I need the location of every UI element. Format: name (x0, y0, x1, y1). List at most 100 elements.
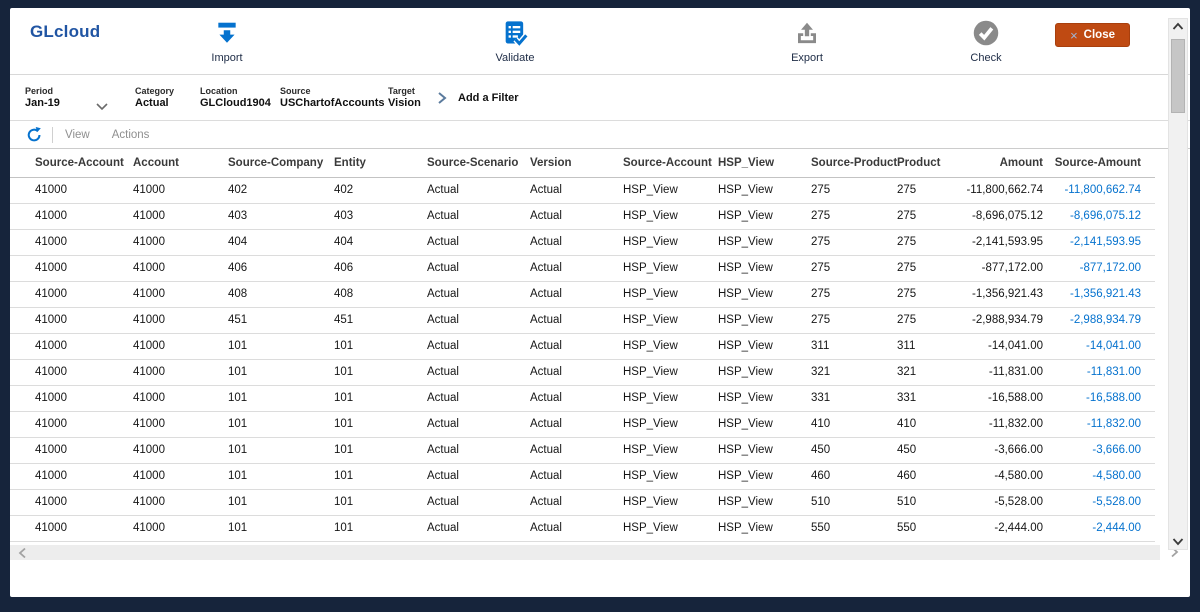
table-row[interactable]: 41000 41000 101 101 Actual Actual HSP_View HSP_… (10, 411, 1155, 438)
table-cell: -4,580.00 (953, 463, 1045, 490)
table-cell: 101 (228, 333, 334, 360)
table-row[interactable]: 41000 41000 101 101 Actual Actual HSP_View HSP_… (10, 463, 1155, 490)
period-selector[interactable]: Period Jan-19 (25, 86, 95, 110)
table-cell: Actual (427, 489, 530, 516)
period-dropdown[interactable] (95, 85, 135, 111)
table-cell: -14,041.00 (1045, 333, 1155, 360)
table-cell: 41000 (10, 489, 133, 516)
table-cell: 450 (811, 437, 897, 464)
table-cell: 41000 (133, 177, 228, 204)
table-row[interactable]: 41000 41000 451 451 Actual Actual HSP_View HSP_… (10, 307, 1155, 334)
view-menu[interactable]: View (65, 129, 90, 141)
table-cell: 451 (228, 307, 334, 334)
table-row[interactable]: 41000 41000 101 101 Actual Actual HSP_View HSP_… (10, 437, 1155, 464)
table-cell: 41000 (133, 307, 228, 334)
export-label: Export (791, 52, 823, 64)
table-cell: 101 (334, 333, 427, 360)
table-cell: 404 (228, 229, 334, 256)
table-row[interactable]: 41000 41000 403 403 Actual Actual HSP_View HSP_… (10, 203, 1155, 230)
table-cell: 41000 (10, 281, 133, 308)
table-cell: 410 (811, 411, 897, 438)
export-button[interactable]: Export (762, 18, 852, 64)
target-label: Target (388, 85, 415, 96)
table-cell: Actual (530, 203, 623, 230)
table-cell: -1,356,921.43 (1045, 281, 1155, 308)
table-row[interactable]: 41000 41000 101 101 Actual Actual HSP_View HSP_… (10, 515, 1155, 542)
chevron-right-icon (437, 91, 447, 104)
scroll-down-icon[interactable] (1172, 537, 1184, 546)
table-cell: HSP_View (623, 177, 718, 204)
column-header: Version (530, 149, 623, 178)
table-cell: 41000 (10, 411, 133, 438)
vertical-scrollbar[interactable] (1168, 18, 1188, 550)
location-display: Location GLCloud1904 (200, 86, 280, 110)
table-cell: 275 (811, 177, 897, 204)
horizontal-scrollbar[interactable] (10, 545, 1160, 560)
table-cell: HSP_View (718, 177, 811, 204)
table-cell: 101 (228, 489, 334, 516)
scroll-left-icon[interactable] (18, 547, 27, 559)
table-cell: 41000 (10, 437, 133, 464)
table-cell: HSP_View (718, 307, 811, 334)
table-cell: HSP_View (623, 359, 718, 386)
table-cell: 275 (897, 281, 953, 308)
table-cell: 101 (228, 437, 334, 464)
table-cell: HSP_View (718, 333, 811, 360)
source-display: Source USChartofAccounts (280, 86, 388, 110)
close-icon: × (1070, 27, 1078, 43)
table-cell: 403 (334, 203, 427, 230)
table-cell: -11,800,662.74 (953, 177, 1045, 204)
table-row[interactable]: 41000 41000 406 406 Actual Actual HSP_View HSP_… (10, 255, 1155, 282)
table-row[interactable]: 41000 41000 404 404 Actual Actual HSP_View HSP_… (10, 229, 1155, 256)
table-cell: 41000 (10, 463, 133, 490)
table-header-row: Source-Account Account Source-Company Entit… (10, 149, 1155, 178)
table-cell: 275 (811, 307, 897, 334)
close-button[interactable]: × Close (1055, 23, 1130, 47)
import-button[interactable]: Import (182, 18, 272, 64)
table-cell: -5,528.00 (1045, 489, 1155, 516)
period-value: Jan-19 (25, 96, 60, 109)
table-cell: Actual (427, 203, 530, 230)
pov-expand[interactable] (425, 91, 458, 105)
table-cell: 510 (811, 489, 897, 516)
table-cell: -11,831.00 (953, 359, 1045, 386)
table-row[interactable]: 41000 41000 101 101 Actual Actual HSP_View HSP_… (10, 333, 1155, 360)
actions-menu[interactable]: Actions (112, 129, 150, 141)
table-cell: 41000 (133, 281, 228, 308)
table-cell: 460 (811, 463, 897, 490)
table-cell: HSP_View (718, 489, 811, 516)
validate-button[interactable]: Validate (470, 18, 560, 64)
check-button[interactable]: Check (941, 18, 1031, 64)
table-cell: 101 (334, 411, 427, 438)
table-row[interactable]: 41000 41000 101 101 Actual Actual HSP_View HSP_… (10, 489, 1155, 516)
table-cell: 101 (334, 437, 427, 464)
table-cell: 41000 (133, 463, 228, 490)
table-cell: -11,832.00 (1045, 411, 1155, 438)
add-filter-button[interactable]: Add a Filter (458, 92, 519, 104)
check-label: Check (970, 52, 1002, 64)
table-cell: 41000 (10, 307, 133, 334)
import-label: Import (211, 52, 243, 64)
table-cell: -2,141,593.95 (953, 229, 1045, 256)
scroll-up-icon[interactable] (1172, 22, 1184, 31)
table-cell: HSP_View (623, 229, 718, 256)
scrollbar-thumb[interactable] (1171, 39, 1185, 113)
table-cell: Actual (427, 333, 530, 360)
table-row[interactable]: 41000 41000 408 408 Actual Actual HSP_View HSP_… (10, 281, 1155, 308)
table-row[interactable]: 41000 41000 402 402 Actual Actual HSP_View HSP_… (10, 177, 1155, 204)
table-cell: 41000 (10, 333, 133, 360)
table-cell: 41000 (10, 359, 133, 386)
table-row[interactable]: 41000 41000 101 101 Actual Actual HSP_View HSP_… (10, 359, 1155, 386)
table-cell: Actual (427, 177, 530, 204)
table-row[interactable]: 41000 41000 101 101 Actual Actual HSP_View HSP_… (10, 385, 1155, 412)
table-cell: HSP_View (623, 307, 718, 334)
refresh-button[interactable] (25, 126, 42, 143)
table-cell: -5,528.00 (953, 489, 1045, 516)
table-cell: 410 (897, 411, 953, 438)
table-cell: 41000 (133, 385, 228, 412)
table-cell: HSP_View (623, 489, 718, 516)
table-cell: Actual (427, 359, 530, 386)
table-cell: 41000 (10, 229, 133, 256)
table-cell: Actual (530, 411, 623, 438)
target-value: Vision (388, 96, 421, 109)
